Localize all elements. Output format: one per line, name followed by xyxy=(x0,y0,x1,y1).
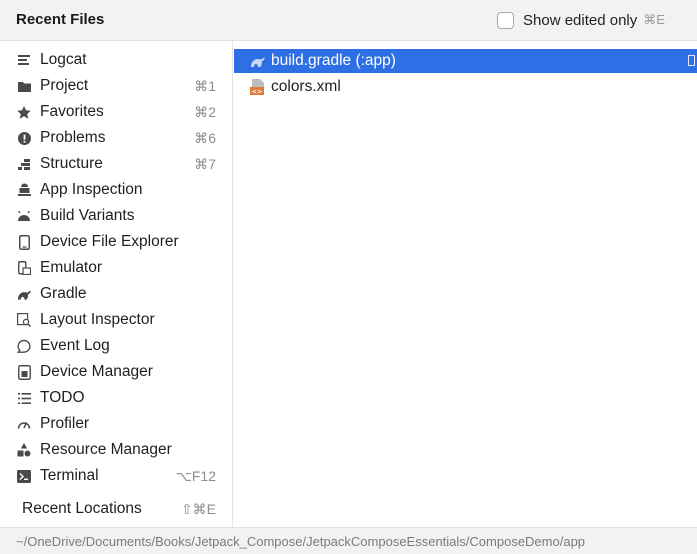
logcat-icon xyxy=(17,53,31,67)
show-edited-only-shortcut: ⌘E xyxy=(643,12,665,27)
device-icon xyxy=(17,234,31,250)
recent-locations-item[interactable]: Recent Locations ⇧⌘E xyxy=(0,496,232,522)
scrollbar-edge xyxy=(688,55,695,66)
sidebar-item-gradle[interactable]: Gradle xyxy=(0,281,232,307)
sidebar-item-label: Emulator xyxy=(40,259,103,276)
sidebar-item-layout-inspector[interactable]: Layout Inspector xyxy=(0,307,232,333)
show-edited-only-label[interactable]: Show edited only xyxy=(523,12,637,29)
terminal-icon xyxy=(17,469,31,483)
sidebar-item-label: Terminal xyxy=(40,467,99,484)
speech-bubble-icon xyxy=(17,339,31,353)
show-edited-only-toggle[interactable]: Show edited only ⌘E xyxy=(497,10,665,30)
gradle-file-icon xyxy=(249,52,267,70)
sidebar-item-label: TODO xyxy=(40,389,85,406)
recent-locations-shortcut: ⇧⌘E xyxy=(180,500,216,517)
sidebar-item-label: App Inspection xyxy=(40,181,143,198)
list-icon xyxy=(17,391,31,405)
recent-files-list: build.gradle (:app) <> colors.xml xyxy=(234,41,697,527)
device-manager-icon xyxy=(17,364,31,380)
star-icon xyxy=(17,105,31,119)
sidebar-item-todo[interactable]: TODO xyxy=(0,385,232,411)
gradle-icon xyxy=(17,287,31,301)
sidebar-item-build-variants[interactable]: Build Variants xyxy=(0,203,232,229)
sidebar-item-label: Device Manager xyxy=(40,363,153,380)
sidebar-item-label: Problems xyxy=(40,129,106,146)
sidebar-item-label: Profiler xyxy=(40,415,90,432)
sidebar-item-label: Structure xyxy=(40,155,103,172)
sidebar-item-label: Logcat xyxy=(40,51,87,68)
sidebar-item-label: Layout Inspector xyxy=(40,311,155,328)
sidebar-item-shortcut: ⌥F12 xyxy=(175,467,216,484)
tool-window-list: Logcat Project ⌘1 Favorites ⌘2 Problems … xyxy=(0,41,233,527)
gauge-icon xyxy=(17,417,31,431)
sidebar-item-problems[interactable]: Problems ⌘6 xyxy=(0,125,232,151)
android-icon xyxy=(17,209,31,223)
sidebar-item-label: Event Log xyxy=(40,337,110,354)
sidebar-item-label: Favorites xyxy=(40,103,104,120)
sidebar-item-shortcut: ⌘7 xyxy=(194,155,216,172)
emulator-icon xyxy=(17,261,31,275)
sidebar-item-app-inspection[interactable]: App Inspection xyxy=(0,177,232,203)
svg-text:<>: <> xyxy=(252,88,263,96)
status-footer: ~/OneDrive/Documents/Books/Jetpack_Compo… xyxy=(0,527,697,554)
xml-file-icon: <> xyxy=(249,78,267,96)
sidebar-item-label: Build Variants xyxy=(40,207,135,224)
sidebar-item-label: Gradle xyxy=(40,285,87,302)
shapes-icon xyxy=(17,443,31,457)
popup-title: Recent Files xyxy=(16,11,105,28)
app-inspection-icon xyxy=(17,183,31,197)
sidebar-item-profiler[interactable]: Profiler xyxy=(0,411,232,437)
sidebar-item-logcat[interactable]: Logcat xyxy=(0,47,232,73)
sidebar-item-project[interactable]: Project ⌘1 xyxy=(0,73,232,99)
sidebar-item-favorites[interactable]: Favorites ⌘2 xyxy=(0,99,232,125)
file-name: colors.xml xyxy=(271,78,341,95)
file-name: build.gradle (:app) xyxy=(271,52,396,69)
sidebar-item-label: Device File Explorer xyxy=(40,233,179,250)
sidebar-item-shortcut: ⌘2 xyxy=(194,103,216,120)
file-item-colors-xml[interactable]: <> colors.xml xyxy=(234,75,697,99)
problems-icon xyxy=(17,131,31,145)
sidebar-item-shortcut: ⌘1 xyxy=(194,77,216,94)
sidebar-item-label: Resource Manager xyxy=(40,441,172,458)
recent-locations-label: Recent Locations xyxy=(22,500,142,517)
file-path: ~/OneDrive/Documents/Books/Jetpack_Compo… xyxy=(16,534,586,549)
file-item-build-gradle[interactable]: build.gradle (:app) xyxy=(234,49,697,73)
sidebar-item-resource-manager[interactable]: Resource Manager xyxy=(0,437,232,463)
sidebar-item-structure[interactable]: Structure ⌘7 xyxy=(0,151,232,177)
folder-icon xyxy=(17,79,31,93)
sidebar-item-device-file-explorer[interactable]: Device File Explorer xyxy=(0,229,232,255)
show-edited-only-checkbox[interactable] xyxy=(497,11,514,29)
sidebar-item-device-manager[interactable]: Device Manager xyxy=(0,359,232,385)
sidebar-item-label: Project xyxy=(40,77,89,94)
sidebar-item-event-log[interactable]: Event Log xyxy=(0,333,232,359)
structure-icon xyxy=(17,157,31,171)
sidebar-item-emulator[interactable]: Emulator xyxy=(0,255,232,281)
popup-header: Recent Files Show edited only ⌘E xyxy=(0,0,697,41)
sidebar-item-shortcut: ⌘6 xyxy=(194,129,216,146)
sidebar-item-terminal[interactable]: Terminal ⌥F12 xyxy=(0,463,232,489)
layout-inspector-icon xyxy=(17,313,31,327)
